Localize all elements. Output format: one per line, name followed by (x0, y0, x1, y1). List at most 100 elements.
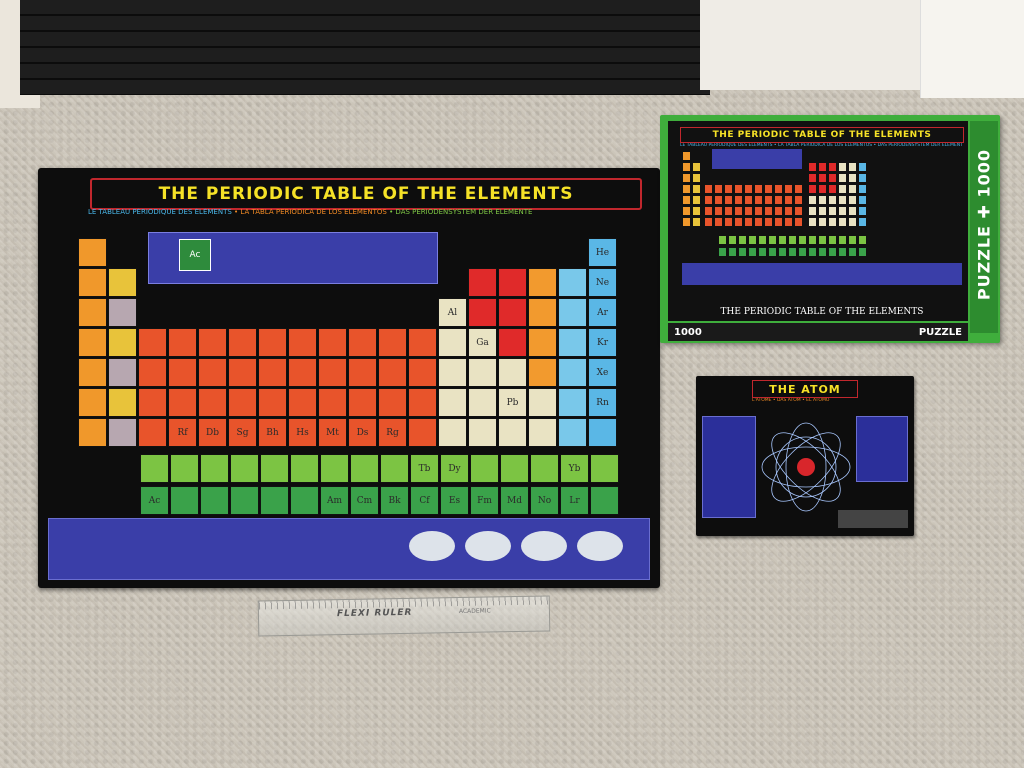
box-element-cell (778, 247, 787, 257)
box-element-cell (848, 162, 857, 172)
box-element-cell (682, 151, 691, 161)
box-element-cell (788, 235, 797, 245)
element-cell (498, 298, 527, 327)
element-cell (318, 388, 347, 417)
box-element-cell (748, 235, 757, 245)
element-rf: Rf (168, 418, 197, 447)
box-element-cell (682, 217, 691, 227)
lanthanide-cell (320, 454, 349, 483)
box-element-cell (858, 247, 867, 257)
box-element-cell (808, 162, 817, 172)
box-legend (712, 149, 802, 169)
wall-step (920, 0, 1024, 98)
box-element-cell (758, 235, 767, 245)
element-cell (528, 328, 557, 357)
box-front: THE PERIODIC TABLE OF THE ELEMENTS LE TA… (668, 121, 968, 321)
element-al: Al (438, 298, 467, 327)
element-kr: Kr (588, 328, 617, 357)
box-element-cell (848, 217, 857, 227)
puzzle-title: THE PERIODIC TABLE OF THE ELEMENTS (90, 178, 642, 210)
box-element-cell (774, 217, 783, 227)
box-side-text: PUZZLE ✚ 1000 (974, 148, 994, 301)
lanthanide-cell (140, 454, 169, 483)
element-cell (468, 358, 497, 387)
element-cell (558, 418, 587, 447)
box-element-cell (818, 247, 827, 257)
ruler-brand: FLEXI RULER (336, 607, 413, 620)
box-element-cell (714, 217, 723, 227)
box-element-cell (704, 195, 713, 205)
element-md: Md (500, 486, 529, 515)
box-element-cell (682, 173, 691, 183)
box-element-cell (784, 206, 793, 216)
box-element-cell (692, 217, 701, 227)
box-element-cell (808, 173, 817, 183)
box-element-cell (744, 206, 753, 216)
element-cell (168, 388, 197, 417)
pie-chart-3 (521, 531, 567, 561)
element-cell (528, 298, 557, 327)
box-element-cell (692, 173, 701, 183)
box-element-cell (848, 235, 857, 245)
element-cell (498, 268, 527, 297)
box-element-cell (764, 195, 773, 205)
box-element-cell (794, 217, 803, 227)
box-element-cell (764, 206, 773, 216)
element-es: Es (440, 486, 469, 515)
box-element-cell (734, 217, 743, 227)
element-cell (408, 358, 437, 387)
element-cm: Cm (350, 486, 379, 515)
box-element-cell (778, 235, 787, 245)
box-element-cell (838, 247, 847, 257)
element-cell (438, 328, 467, 357)
box-side: PUZZLE ✚ 1000 (970, 121, 998, 333)
lanthanide-cell (350, 454, 379, 483)
box-element-cell (774, 195, 783, 205)
box-element-cell (754, 195, 763, 205)
box-element-cell (704, 217, 713, 227)
box-element-cell (764, 184, 773, 194)
box-element-cell (858, 162, 867, 172)
box-element-cell (858, 195, 867, 205)
box-bottom-edge: 1000 PUZZLE (668, 323, 968, 341)
element-cell (498, 358, 527, 387)
box-element-cell (808, 217, 817, 227)
element-ne: Ne (588, 268, 617, 297)
box-element-cell (808, 184, 817, 194)
pie-chart-2 (465, 531, 511, 561)
element-cell (378, 358, 407, 387)
actinide-cell (230, 486, 259, 515)
lanthanide-cell: Dy (440, 454, 469, 483)
box-element-cell (768, 235, 777, 245)
box-element-cell (692, 162, 701, 172)
box-element-cell (848, 184, 857, 194)
box-element-cell (798, 247, 807, 257)
box-element-cell (728, 235, 737, 245)
element-cell (288, 328, 317, 357)
element-cell (108, 418, 137, 447)
element-cell (198, 358, 227, 387)
box-element-cell (714, 206, 723, 216)
atom-left-panel (702, 416, 756, 518)
box-element-cell (754, 217, 763, 227)
box-bottom-count: 1000 (674, 326, 702, 338)
element-cell (228, 358, 257, 387)
box-element-cell (818, 195, 827, 205)
box-element-cell (838, 206, 847, 216)
box-element-cell (754, 206, 763, 216)
box-caption: THE PERIODIC TABLE OF THE ELEMENTS (720, 307, 924, 317)
box-element-cell (682, 184, 691, 194)
lanthanide-cell (200, 454, 229, 483)
atom-nucleus (797, 458, 815, 476)
element-am: Am (320, 486, 349, 515)
box-element-cell (724, 184, 733, 194)
element-cell (468, 388, 497, 417)
box-element-cell (838, 235, 847, 245)
box-element-cell (704, 206, 713, 216)
box-element-cell (794, 184, 803, 194)
element-cell (288, 388, 317, 417)
legend-box: Ac (148, 232, 438, 284)
element-cell (198, 388, 227, 417)
box-element-cell (704, 184, 713, 194)
box-subtitle: LE TABLEAU PÉRIODIQUE DES ÉLÉMENTS • LA … (680, 143, 962, 148)
